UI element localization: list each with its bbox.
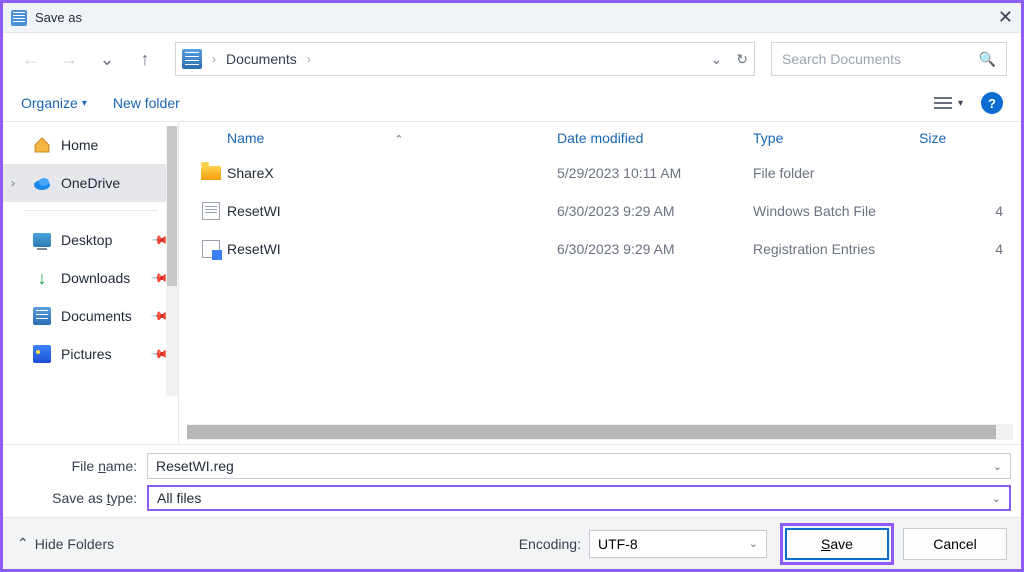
search-input[interactable]: Search Documents 🔍 (771, 42, 1007, 76)
file-size: 4 (919, 241, 1003, 257)
save-as-dialog: Save as ✕ ← → ⌄ ↑ › Documents › ⌄ ↻ Sear… (0, 0, 1024, 572)
cancel-button[interactable]: Cancel (903, 528, 1007, 560)
recent-locations-button[interactable]: ⌄ (93, 45, 121, 73)
reg-file-icon (202, 240, 220, 258)
sidebar-item-onedrive[interactable]: › OneDrive (3, 164, 178, 202)
column-type[interactable]: Type (753, 130, 919, 146)
sidebar-item-documents[interactable]: Documents 📌 (3, 297, 178, 335)
file-type: Windows Batch File (753, 203, 919, 219)
documents-icon (33, 307, 51, 325)
file-row[interactable]: ResetWI 6/30/2023 9:29 AM Windows Batch … (179, 192, 1021, 230)
desktop-icon (33, 233, 51, 247)
sidebar-label: Home (61, 137, 98, 153)
toolbar: Organize ▾ New folder ▾ ? (3, 85, 1021, 121)
sidebar-item-desktop[interactable]: Desktop 📌 (3, 221, 178, 259)
dropdown-icon[interactable]: ⌄ (749, 537, 758, 550)
titlebar: Save as ✕ (3, 3, 1021, 33)
column-date[interactable]: Date modified (557, 130, 753, 146)
chevron-right-icon: › (307, 52, 311, 66)
new-folder-button[interactable]: New folder (113, 95, 180, 111)
sidebar-scrollbar[interactable] (166, 126, 178, 396)
view-options-button[interactable]: ▾ (934, 96, 963, 110)
dialog-title: Save as (35, 10, 973, 25)
filename-label: File name: (13, 458, 147, 474)
file-name: ResetWI (227, 241, 557, 257)
file-name: ShareX (227, 165, 557, 181)
file-date: 6/30/2023 9:29 AM (557, 203, 753, 219)
chevron-up-icon: ⌃ (17, 535, 29, 552)
column-headers: Name ⌃ Date modified Type Size (179, 122, 1021, 154)
footer: ⌃ Hide Folders Encoding: UTF-8 ⌄ Save Ca… (3, 517, 1021, 569)
help-button[interactable]: ? (981, 92, 1003, 114)
sidebar-label: Desktop (61, 232, 112, 248)
nav-bar: ← → ⌄ ↑ › Documents › ⌄ ↻ Search Documen… (3, 33, 1021, 85)
download-icon: ↓ (33, 269, 51, 287)
file-row[interactable]: ResetWI 6/30/2023 9:29 AM Registration E… (179, 230, 1021, 268)
search-placeholder: Search Documents (782, 51, 901, 67)
documents-icon (182, 49, 202, 69)
sidebar-label: Downloads (61, 270, 130, 286)
sidebar-item-home[interactable]: Home (3, 126, 178, 164)
horizontal-scrollbar[interactable] (187, 424, 1013, 440)
encoding-label: Encoding: (519, 536, 581, 552)
hide-folders-button[interactable]: ⌃ Hide Folders (17, 535, 114, 552)
address-bar[interactable]: › Documents › ⌄ ↻ (175, 42, 755, 76)
up-button[interactable]: ↑ (131, 45, 159, 73)
sidebar-label: OneDrive (61, 175, 120, 191)
breadcrumb-location[interactable]: Documents (226, 51, 297, 67)
file-type: Registration Entries (753, 241, 919, 257)
form-section: File name: ResetWI.reg ⌄ Save as type: A… (3, 444, 1021, 517)
scrollbar-thumb[interactable] (187, 425, 996, 439)
sidebar-label: Pictures (61, 346, 112, 362)
sidebar-item-pictures[interactable]: Pictures 📌 (3, 335, 178, 373)
chevron-down-icon: ▾ (82, 98, 87, 109)
refresh-button[interactable]: ↻ (736, 51, 748, 68)
sidebar-divider (23, 210, 158, 211)
home-icon (33, 136, 51, 154)
cloud-icon (33, 174, 51, 192)
file-size: 4 (919, 203, 1003, 219)
back-button[interactable]: ← (17, 45, 45, 73)
chevron-right-icon: › (212, 52, 216, 66)
savetype-label: Save as type: (13, 490, 147, 506)
dropdown-icon[interactable]: ⌄ (992, 492, 1001, 505)
file-name: ResetWI (227, 203, 557, 219)
bat-file-icon (202, 202, 220, 220)
organize-label: Organize (21, 95, 78, 111)
search-icon[interactable]: 🔍 (979, 51, 996, 68)
forward-button[interactable]: → (55, 45, 83, 73)
navigation-pane: Home › OneDrive Desktop 📌 ↓ Downloads 📌 … (3, 122, 179, 444)
savetype-select[interactable]: All files ⌄ (147, 485, 1011, 511)
file-type: File folder (753, 165, 919, 181)
save-button[interactable]: Save (785, 528, 889, 560)
close-button[interactable]: ✕ (973, 7, 1013, 28)
sort-asc-icon: ⌃ (394, 134, 403, 146)
file-row[interactable]: ShareX 5/29/2023 10:11 AM File folder (179, 154, 1021, 192)
encoding-select[interactable]: UTF-8 ⌄ (589, 530, 767, 558)
filename-input[interactable]: ResetWI.reg ⌄ (147, 453, 1011, 479)
organize-menu[interactable]: Organize ▾ (21, 95, 87, 111)
expand-icon[interactable]: › (11, 176, 15, 190)
main-area: Home › OneDrive Desktop 📌 ↓ Downloads 📌 … (3, 121, 1021, 444)
dropdown-icon[interactable]: ⌄ (993, 460, 1002, 473)
column-size[interactable]: Size (919, 130, 1003, 146)
chevron-down-icon: ▾ (958, 98, 963, 109)
scrollbar-thumb[interactable] (167, 126, 177, 286)
file-date: 5/29/2023 10:11 AM (557, 165, 753, 181)
sidebar-label: Documents (61, 308, 132, 324)
notepad-icon (11, 10, 27, 26)
sidebar-item-downloads[interactable]: ↓ Downloads 📌 (3, 259, 178, 297)
folder-icon (201, 166, 221, 180)
file-list-pane: Name ⌃ Date modified Type Size ShareX 5/… (179, 122, 1021, 444)
column-name[interactable]: Name ⌃ (227, 130, 557, 146)
file-date: 6/30/2023 9:29 AM (557, 241, 753, 257)
list-view-icon (934, 96, 952, 110)
address-dropdown-icon[interactable]: ⌄ (711, 51, 723, 68)
pictures-icon (33, 345, 51, 363)
